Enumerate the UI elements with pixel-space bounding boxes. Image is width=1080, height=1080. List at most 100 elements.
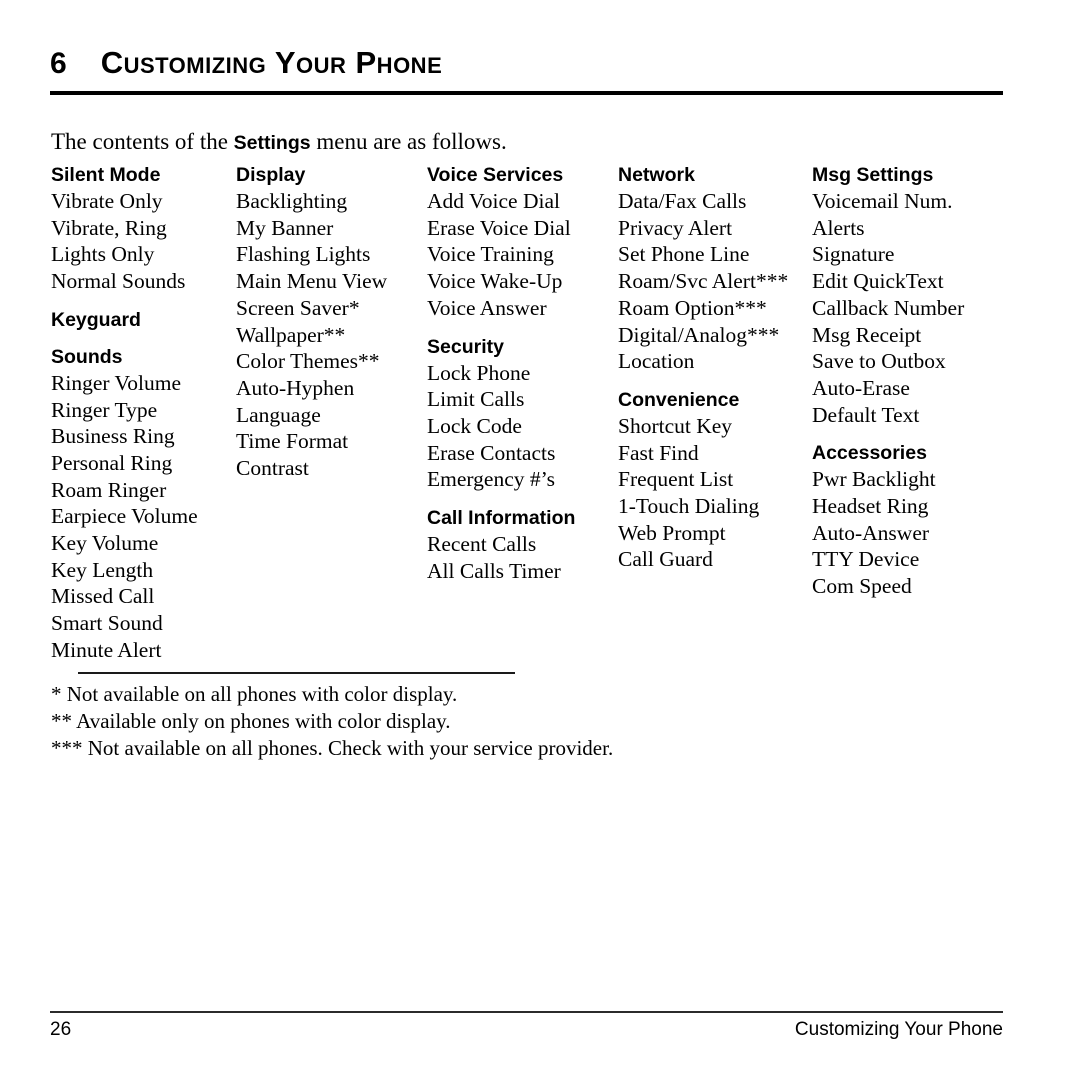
intro-text-before: The contents of the xyxy=(51,129,234,154)
settings-menu-item: Backlighting xyxy=(236,189,348,213)
chapter-heading: 6 Customizing Your Phone xyxy=(50,46,1003,90)
settings-menu-item: Language xyxy=(236,402,321,427)
settings-column: Silent Mode Vibrate Only Vibrate, Ring Ligh… xyxy=(51,163,231,664)
settings-column: Voice Services Add Voice Dial Erase Voice … xyxy=(427,163,613,584)
settings-group: Display Backlighting My Banner Flashing Lig… xyxy=(236,163,422,482)
settings-menu-item: Voicemail Num. xyxy=(812,189,953,213)
settings-group: Silent Mode Vibrate Only Vibrate, Ring Ligh… xyxy=(51,163,231,295)
settings-menu-item: Smart Sound xyxy=(51,611,163,636)
settings-menu-item: Save to Outbox xyxy=(812,349,946,374)
settings-menu-item: Digital/Analog*** xyxy=(618,322,780,347)
settings-group: Network Data/Fax Calls Privacy Alert Set Ph… xyxy=(618,163,808,375)
settings-menu-item: Set Phone Line xyxy=(618,242,750,267)
settings-menu-item: Alerts xyxy=(812,215,865,240)
settings-menu-item: Shortcut Key xyxy=(618,413,733,438)
chapter-number: 6 xyxy=(50,47,67,80)
settings-menu-item: Headset Ring xyxy=(812,494,929,519)
settings-menu-item: Voice Wake-Up xyxy=(427,269,563,294)
header-rule xyxy=(50,91,1003,95)
settings-menu-item: Screen Saver* xyxy=(236,295,360,320)
settings-menu-item: Location xyxy=(618,349,695,374)
settings-menu-item: Com Speed xyxy=(812,574,912,599)
settings-menu-item: Msg Receipt xyxy=(812,322,922,347)
settings-menu-item: Roam Option*** xyxy=(618,295,767,320)
settings-menu-item: Emergency #’s xyxy=(427,467,555,492)
footer-rule xyxy=(50,1011,1003,1013)
intro-text-after: menu are as follows. xyxy=(310,129,507,154)
settings-group-heading: Sounds xyxy=(51,345,123,368)
intro-keyword-settings: Settings xyxy=(233,132,311,154)
settings-group-heading: Convenience xyxy=(618,388,740,411)
settings-menu-item: Erase Contacts xyxy=(427,440,556,465)
settings-column: Msg Settings Voicemail Num. Alerts Signatur… xyxy=(812,163,1007,600)
settings-menu-item: Signature xyxy=(812,242,895,267)
settings-menu-item: Roam/Svc Alert*** xyxy=(618,269,789,294)
settings-menu-item: Auto-Hyphen xyxy=(236,375,355,400)
settings-group-heading: Accessories xyxy=(812,442,927,465)
settings-menu-item: Fast Find xyxy=(618,440,699,465)
settings-menu-item: Lights Only xyxy=(51,242,155,267)
settings-column: Network Data/Fax Calls Privacy Alert Set Ph… xyxy=(618,163,808,573)
settings-menu-item: Color Themes** xyxy=(236,349,380,374)
settings-menu-item: Business Ring xyxy=(51,424,175,449)
settings-group-heading: Keyguard xyxy=(51,308,141,331)
settings-menu-item: Contrast xyxy=(236,456,309,481)
settings-group: Msg Settings Voicemail Num. Alerts Signatur… xyxy=(812,163,1007,428)
settings-menu-item: Vibrate Only xyxy=(51,189,163,213)
settings-menu-item: Recent Calls xyxy=(427,532,537,557)
settings-menu-item: Data/Fax Calls xyxy=(618,189,747,213)
settings-group: Sounds Ringer Volume Ringer Type Business R… xyxy=(51,345,231,664)
settings-menu-item: Privacy Alert xyxy=(618,215,733,240)
settings-group-heading: Voice Services xyxy=(427,164,564,186)
settings-column: Display Backlighting My Banner Flashing Lig… xyxy=(236,163,422,482)
settings-group: Keyguard xyxy=(51,308,231,332)
settings-menu-item: Key Volume xyxy=(51,531,159,556)
settings-menu-item: Wallpaper** xyxy=(236,322,346,347)
settings-menu-item: Call Guard xyxy=(618,547,713,572)
settings-menu-item: Minute Alert xyxy=(51,637,162,662)
settings-group-heading: Silent Mode xyxy=(51,164,161,186)
settings-group: Call Information Recent Calls All Calls Ti… xyxy=(427,506,613,584)
settings-group-heading: Msg Settings xyxy=(812,164,934,186)
settings-menu-item: Limit Calls xyxy=(427,387,525,412)
settings-menu-item: Auto-Erase xyxy=(812,375,910,400)
settings-menu-item: Roam Ringer xyxy=(51,477,167,502)
settings-group: Voice Services Add Voice Dial Erase Voice … xyxy=(427,163,613,322)
settings-group: Accessories Pwr Backlight Headset Ring Auto… xyxy=(812,441,1007,600)
settings-menu-item: Main Menu View xyxy=(236,269,388,294)
settings-menu-item: Frequent List xyxy=(618,467,734,492)
settings-menu-item: Personal Ring xyxy=(51,450,173,475)
settings-menu-item: My Banner xyxy=(236,215,334,240)
footnote: * Not available on all phones with color… xyxy=(51,682,458,706)
footnote: *** Not available on all phones. Check w… xyxy=(51,736,614,760)
settings-group: Security Lock Phone Limit Calls Lock Code Er… xyxy=(427,335,613,494)
settings-menu-item: Normal Sounds xyxy=(51,269,186,294)
settings-menu-item: Key Length xyxy=(51,557,154,582)
settings-menu-item: Voice Training xyxy=(427,242,554,267)
settings-menu-item: Web Prompt xyxy=(618,520,726,545)
settings-group-heading: Call Information xyxy=(427,507,576,530)
manual-page: 6 Customizing Your Phone The contents of… xyxy=(0,0,1080,1080)
settings-menu-item: Erase Voice Dial xyxy=(427,215,571,240)
settings-menu-item: Callback Number xyxy=(812,295,965,320)
footnote-rule xyxy=(78,672,515,674)
settings-menu-item: Vibrate, Ring xyxy=(51,215,167,240)
settings-menu-item: Edit QuickText xyxy=(812,269,944,294)
settings-menu-item: Lock Code xyxy=(427,413,522,438)
settings-menu-item: Lock Phone xyxy=(427,360,531,385)
settings-menu-item: Pwr Backlight xyxy=(812,467,936,492)
settings-menu-item: All Calls Timer xyxy=(427,558,561,583)
settings-menu-item: Missed Call xyxy=(51,584,155,609)
settings-group: Convenience Shortcut Key Fast Find Frequent… xyxy=(618,388,808,573)
settings-group-heading: Security xyxy=(427,335,504,358)
footer-running-title: Customizing Your Phone xyxy=(794,1019,1003,1040)
settings-menu-item: Add Voice Dial xyxy=(427,189,560,213)
settings-menu-item: Default Text xyxy=(812,402,920,427)
settings-group-heading: Display xyxy=(236,164,306,186)
settings-group-heading: Network xyxy=(618,164,695,186)
settings-menu-item: Time Format xyxy=(236,429,349,454)
footnote: ** Available only on phones with color d… xyxy=(51,709,451,733)
settings-menu-item: Voice Answer xyxy=(427,295,547,320)
chapter-title: Customizing Your Phone xyxy=(100,45,443,80)
footer-page-number: 26 xyxy=(50,1019,72,1040)
